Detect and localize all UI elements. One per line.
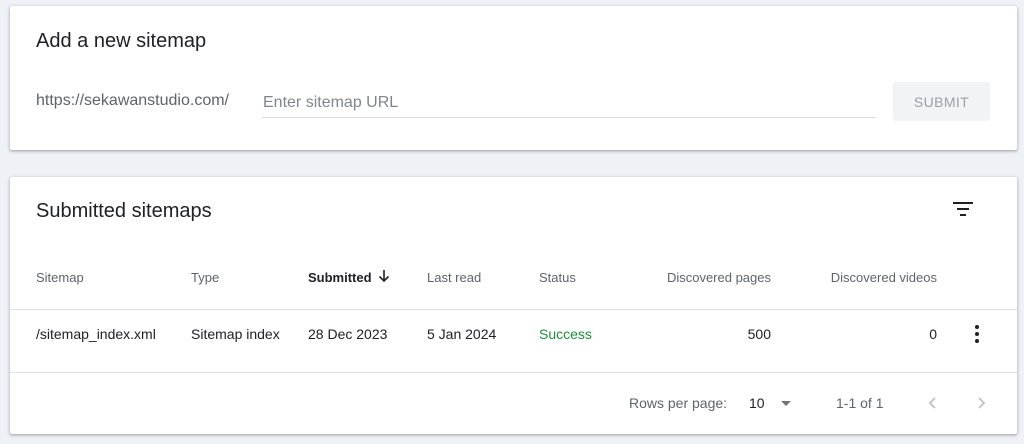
more-vert-icon[interactable] xyxy=(967,322,987,346)
arrow-drop-down-icon xyxy=(781,401,791,406)
cell-submitted: 28 Dec 2023 xyxy=(308,326,388,342)
sitemap-url-input[interactable] xyxy=(262,88,876,118)
submitted-sitemaps-card: Submitted sitemaps Sitemap Type Submitte… xyxy=(10,177,1017,434)
column-header-last-read[interactable]: Last read xyxy=(427,270,481,285)
chevron-left-icon[interactable] xyxy=(921,391,945,415)
rows-per-page-value: 10 xyxy=(749,395,765,411)
column-header-discovered-videos[interactable]: Discovered videos xyxy=(800,270,937,285)
add-sitemap-card: Add a new sitemap https://sekawanstudio.… xyxy=(10,6,1017,150)
column-header-submitted[interactable]: Submitted xyxy=(308,270,372,285)
column-header-status[interactable]: Status xyxy=(539,270,576,285)
rows-per-page-label: Rows per page: xyxy=(629,395,728,411)
submitted-sitemaps-title: Submitted sitemaps xyxy=(36,200,212,222)
row-divider xyxy=(10,372,1017,373)
filter-list-icon[interactable] xyxy=(949,197,977,221)
pagination-range: 1-1 of 1 xyxy=(836,395,884,411)
cell-last-read: 5 Jan 2024 xyxy=(427,326,497,342)
header-divider xyxy=(10,309,1017,310)
cell-discovered-pages: 500 xyxy=(747,326,771,342)
url-prefix: https://sekawanstudio.com/ xyxy=(36,92,229,109)
cell-type: Sitemap index xyxy=(191,326,280,342)
add-sitemap-title: Add a new sitemap xyxy=(36,30,207,52)
cell-discovered-videos: 0 xyxy=(929,326,937,342)
submit-button[interactable]: SUBMIT xyxy=(893,82,990,121)
column-header-type[interactable]: Type xyxy=(191,270,219,285)
arrow-downward-icon[interactable] xyxy=(377,268,391,284)
column-header-discovered-pages[interactable]: Discovered pages xyxy=(630,270,771,285)
chevron-right-icon[interactable] xyxy=(969,391,993,415)
column-header-sitemap[interactable]: Sitemap xyxy=(36,270,84,285)
cell-sitemap[interactable]: /sitemap_index.xml xyxy=(36,326,156,342)
rows-per-page-select[interactable]: 10 xyxy=(747,393,797,415)
status-badge: Success xyxy=(539,326,592,342)
